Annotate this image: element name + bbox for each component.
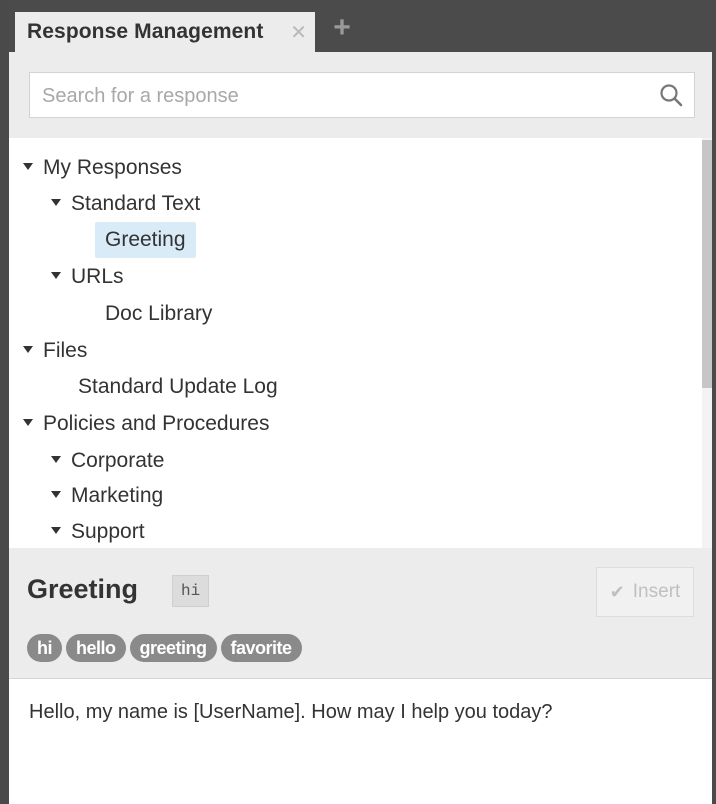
search-bar <box>9 52 712 138</box>
check-icon: ✔ <box>609 581 625 602</box>
tree-node[interactable]: Files <box>23 333 87 369</box>
tree-node-label: Support <box>71 520 145 543</box>
tag-list: hi hello greeting favorite <box>27 634 302 662</box>
tree-node-label: Files <box>43 339 88 362</box>
search-icon[interactable] <box>658 82 684 108</box>
response-title: Greeting <box>27 574 139 604</box>
response-body: Hello, my name is [UserName]. How may I … <box>9 678 712 804</box>
insert-label: Insert <box>632 581 681 602</box>
tree-node-label: URLs <box>71 265 124 288</box>
shortcut-badge: hi <box>172 575 210 607</box>
response-body-text: Hello, my name is [UserName]. How may I … <box>29 701 553 723</box>
plus-icon[interactable]: + <box>327 13 357 44</box>
tab-response-management[interactable]: Response Management ✕ <box>15 12 315 52</box>
tree-node[interactable]: Policies and Procedures <box>23 406 269 442</box>
tree-node-label: Policies and Procedures <box>43 412 270 435</box>
caret-down-icon[interactable] <box>51 271 61 279</box>
tree-node-selected[interactable]: Greeting <box>95 222 196 258</box>
close-icon[interactable]: ✕ <box>290 20 307 45</box>
caret-down-icon[interactable] <box>23 418 33 426</box>
tree-node-label: Corporate <box>71 449 165 472</box>
tree-node-label: Doc Library <box>105 302 213 325</box>
response-management-panel: Response Management ✕ + My Responses Sta… <box>0 0 716 804</box>
tab-strip: Response Management ✕ + <box>9 0 712 52</box>
tag-chip[interactable]: favorite <box>220 634 302 662</box>
scrollbar[interactable] <box>702 138 712 548</box>
tag-chip[interactable]: hi <box>27 634 62 662</box>
tree-node-label: My Responses <box>43 156 182 179</box>
tree-node[interactable]: My Responses <box>23 150 182 186</box>
scrollbar-thumb[interactable] <box>702 140 712 388</box>
tree-node[interactable]: Corporate <box>51 443 164 479</box>
tree-node[interactable]: Standard Text <box>51 186 200 222</box>
tree-node[interactable]: Doc Library <box>95 296 222 332</box>
tag-chip[interactable]: hello <box>66 634 126 662</box>
tree-node-label: Standard Text <box>71 192 201 215</box>
caret-down-icon[interactable] <box>23 345 33 353</box>
tree-node-label: Standard Update Log <box>78 375 278 398</box>
tree-node[interactable]: Marketing <box>51 478 163 514</box>
tab-label: Response Management <box>27 20 264 43</box>
caret-down-icon[interactable] <box>51 490 61 498</box>
search-box <box>29 72 695 118</box>
caret-down-icon[interactable] <box>51 455 61 463</box>
response-tree: My Responses Standard Text Greeting URLs… <box>9 138 712 548</box>
tree-node-label: Greeting <box>95 222 196 258</box>
caret-down-icon[interactable] <box>23 162 33 170</box>
response-detail: Greeting hi ✔ Insert hi hello greeting f… <box>9 548 712 678</box>
caret-down-icon[interactable] <box>51 198 61 206</box>
tag-chip[interactable]: greeting <box>129 634 217 662</box>
tree-node[interactable]: URLs <box>51 259 124 295</box>
search-input[interactable] <box>40 79 644 113</box>
tree-node[interactable]: Support <box>51 514 145 548</box>
insert-button[interactable]: ✔ Insert <box>596 567 694 617</box>
tree-node[interactable]: Standard Update Log <box>68 369 288 405</box>
caret-down-icon[interactable] <box>51 526 61 534</box>
tree-node-label: Marketing <box>71 484 164 507</box>
